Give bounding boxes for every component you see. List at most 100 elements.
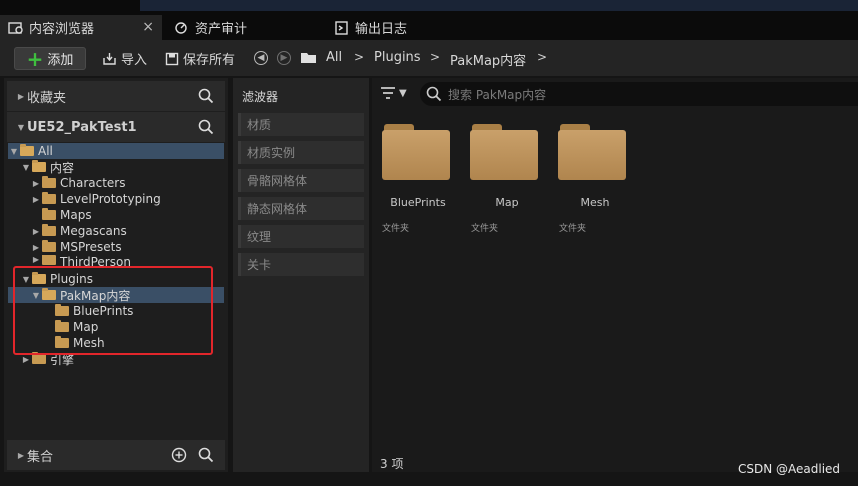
chevron-right-icon: ▶ <box>32 242 40 252</box>
save-icon <box>165 52 179 65</box>
chevron-right-icon: ▶ <box>22 354 30 364</box>
close-icon[interactable]: × <box>142 19 154 35</box>
import-icon <box>103 52 116 65</box>
tab-output-log[interactable]: 输出日志 <box>326 15 407 40</box>
folder-icon <box>470 130 538 180</box>
tree-item-mspresets[interactable]: ▶ MSPresets <box>30 239 122 255</box>
plus-icon: + <box>26 46 44 71</box>
search-icon[interactable] <box>198 88 214 104</box>
tree-item-megascans[interactable]: ▶ Megascans <box>30 223 127 239</box>
asset-type: 文件夹 <box>382 224 410 234</box>
search-input[interactable]: 搜索 PakMap内容 <box>420 82 858 106</box>
filter-texture[interactable]: 纹理 <box>238 225 364 248</box>
tree-item-all[interactable]: ▼ All <box>8 143 224 159</box>
tab-label: 内容浏览器 <box>29 22 95 37</box>
filter-material[interactable]: 材质 <box>238 113 364 136</box>
filter-icon <box>381 87 395 99</box>
folder-icon <box>42 192 56 204</box>
save-all-label: 保存所有 <box>183 53 236 68</box>
search-icon[interactable] <box>198 447 214 463</box>
tree-label: MSPresets <box>60 240 122 254</box>
tree-label: Characters <box>60 176 126 190</box>
import-button[interactable]: 导入 <box>102 48 147 69</box>
chevron-down-icon: ▼ <box>10 146 18 156</box>
breadcrumb-separator[interactable]: > <box>354 50 364 64</box>
folder-icon <box>42 255 56 265</box>
search-icon[interactable] <box>198 119 214 135</box>
filter-dropdown-button[interactable]: ▼ <box>380 86 407 100</box>
tree-label: 内容 <box>50 160 75 175</box>
tree-item-levelprototyping[interactable]: ▶ LevelPrototyping <box>30 191 161 207</box>
save-all-button[interactable]: 保存所有 <box>165 48 235 69</box>
chevron-right-icon: ▶ <box>17 91 25 101</box>
forward-icon[interactable]: ▶ <box>277 51 291 65</box>
asset-type: 文件夹 <box>471 224 499 234</box>
asset-type: 文件夹 <box>559 224 587 234</box>
tree-label: Maps <box>60 208 92 222</box>
asset-audit-icon <box>175 21 187 34</box>
output-log-icon <box>335 20 348 35</box>
tree-label: Megascans <box>60 224 127 238</box>
breadcrumb-plugins[interactable]: Plugins <box>374 50 421 65</box>
chevron-down-icon: ▼ <box>22 162 30 172</box>
watermark: CSDN @Aeadlied <box>738 462 841 476</box>
folder-icon <box>42 240 56 252</box>
favorites-header[interactable]: ▶ 收藏夹 <box>7 81 225 111</box>
tab-label: 资产审计 <box>195 22 248 37</box>
favorites-label: 收藏夹 <box>27 90 67 106</box>
tab-asset-audit[interactable]: 资产审计 <box>166 15 247 40</box>
breadcrumb-pakmap[interactable]: PakMap内容 <box>450 50 526 69</box>
tab-label: 输出日志 <box>355 22 408 37</box>
add-button[interactable]: + 添加 <box>14 47 86 70</box>
tree-label: LevelPrototyping <box>60 192 161 206</box>
tree-item-content[interactable]: ▼ 内容 <box>20 159 74 175</box>
filter-static-mesh[interactable]: 静态网格体 <box>238 197 364 220</box>
folder-icon <box>558 130 626 180</box>
project-label: UE52_PakTest1 <box>27 119 137 135</box>
folder-icon <box>42 176 56 188</box>
tree-label: All <box>38 144 53 158</box>
folder-icon <box>32 160 46 172</box>
tab-content-browser[interactable]: 内容浏览器 × <box>0 15 162 40</box>
filter-skeletal-mesh[interactable]: 骨骼网格体 <box>238 169 364 192</box>
asset-name: Mesh <box>580 196 610 209</box>
add-circle-icon[interactable] <box>171 447 187 463</box>
chevron-right-icon: ▶ <box>17 450 25 460</box>
project-header[interactable]: ▼ UE52_PakTest1 <box>7 112 225 142</box>
folder-icon <box>42 208 56 220</box>
breadcrumb-separator[interactable]: > <box>430 50 440 64</box>
content-browser-icon <box>8 21 23 34</box>
chevron-right-icon: ▶ <box>32 194 40 204</box>
filter-title: 滤波器 <box>242 90 279 104</box>
breadcrumb-separator[interactable]: > <box>537 50 547 64</box>
asset-folder-blueprints[interactable] <box>382 124 452 180</box>
add-label: 添加 <box>47 53 74 68</box>
back-icon[interactable]: ◀ <box>254 51 268 65</box>
breadcrumb-all[interactable]: All <box>326 50 342 65</box>
highlight-box <box>13 266 213 355</box>
chevron-right-icon: ▶ <box>32 178 40 188</box>
chevron-down-icon: ▼ <box>399 87 407 99</box>
asset-folder-map[interactable] <box>470 124 540 180</box>
collections-header[interactable]: ▶ 集合 <box>7 440 225 470</box>
asset-folder-mesh[interactable] <box>558 124 628 180</box>
asset-name: BluePrints <box>390 196 446 209</box>
collections-label: 集合 <box>27 449 54 465</box>
chevron-right-icon: ▶ <box>32 226 40 236</box>
folder-icon <box>42 224 56 236</box>
asset-name: Map <box>495 196 519 209</box>
folder-icon <box>382 130 450 180</box>
item-count: 3 项 <box>380 457 404 471</box>
chevron-down-icon: ▼ <box>17 122 25 132</box>
filter-material-instance[interactable]: 材质实例 <box>238 141 364 164</box>
window-top-strip <box>140 0 858 11</box>
tree-item-characters[interactable]: ▶ Characters <box>30 175 126 191</box>
tree-item-maps[interactable]: Maps <box>42 207 92 223</box>
filter-level[interactable]: 关卡 <box>238 253 364 276</box>
tree-label: ThirdPerson <box>60 255 131 266</box>
folder-icon <box>20 144 34 156</box>
folder-icon <box>32 352 46 364</box>
chevron-right-icon: ▶ <box>32 255 40 264</box>
tree-item-thirdperson[interactable]: ▶ ThirdPerson <box>30 255 131 266</box>
search-placeholder: 搜索 PakMap内容 <box>448 87 547 102</box>
